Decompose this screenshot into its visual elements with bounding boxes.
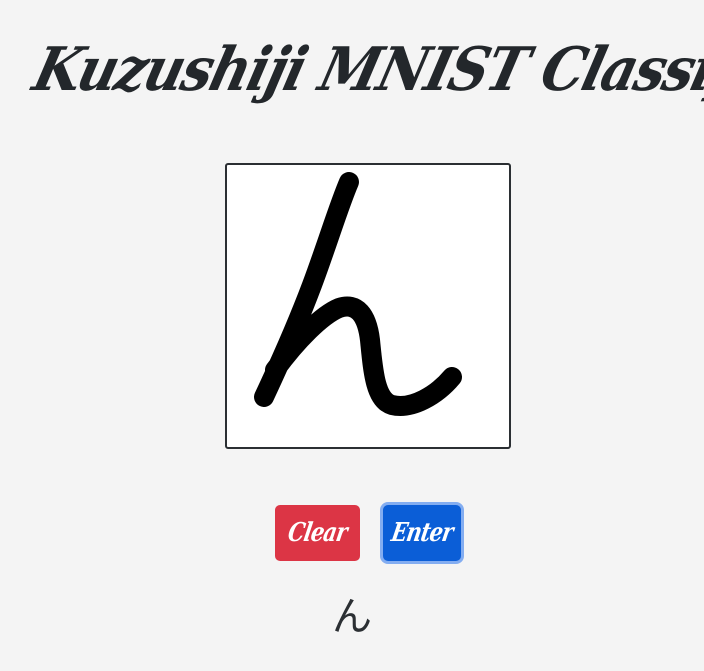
enter-button-label: Enter xyxy=(388,518,456,548)
page: Kuzushiji MNIST Classifier Clear Enter ん xyxy=(0,0,704,671)
clear-button-label: Clear xyxy=(285,518,350,548)
prediction-result: ん xyxy=(332,594,372,640)
clear-button[interactable]: Clear xyxy=(275,505,360,561)
drawing-canvas[interactable] xyxy=(225,163,511,449)
enter-button[interactable]: Enter xyxy=(383,505,461,561)
page-title: Kuzushiji MNIST Classifier xyxy=(26,35,704,105)
drawn-stroke xyxy=(254,172,462,416)
